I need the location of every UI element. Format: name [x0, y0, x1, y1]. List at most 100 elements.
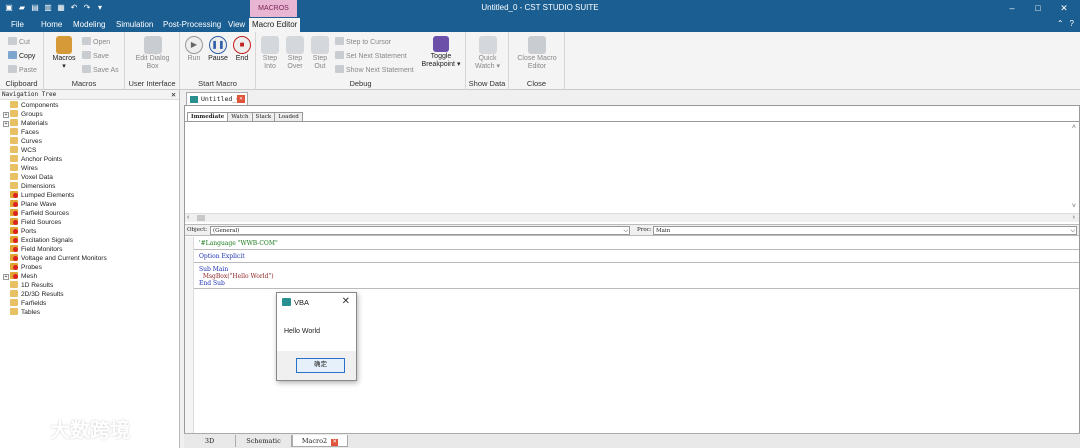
chevron-down-icon: ⌵ — [1070, 227, 1075, 234]
paste-button[interactable]: Paste — [8, 65, 37, 75]
pause-button[interactable]: ❚❚ Pause — [206, 36, 230, 63]
dialog-title: VBA — [294, 298, 310, 307]
tab-watch[interactable]: Watch — [227, 112, 253, 121]
immediate-horizontal-scrollbar[interactable]: ‹ › — [185, 213, 1079, 222]
tab-schematic[interactable]: Schematic — [236, 435, 292, 447]
tree-item[interactable]: Wires — [3, 164, 38, 173]
tree-item[interactable]: + Materials — [3, 119, 48, 128]
scrollbar-thumb[interactable] — [197, 215, 205, 221]
tree-item[interactable]: + Mesh — [3, 272, 37, 281]
tree-item[interactable]: Field Sources — [3, 218, 61, 227]
close-tab-icon[interactable]: ✕ — [331, 439, 339, 446]
tree-item[interactable]: Dimensions — [3, 182, 55, 191]
tree-item[interactable]: Faces — [3, 128, 39, 137]
macro-editor: Immediate Watch Stack Loaded ˄ ˅ ‹ › Obj… — [184, 105, 1080, 433]
tab-loaded[interactable]: Loaded — [274, 112, 303, 121]
tree-item[interactable]: Probes — [3, 263, 42, 272]
tree-item[interactable]: Farfields — [3, 299, 46, 308]
quick-watch-button[interactable]: Quick Watch ▾ — [469, 36, 506, 71]
step-over-button[interactable]: Step Over — [283, 36, 307, 71]
dialog-close-button[interactable]: ✕ — [342, 296, 350, 307]
close-panel-icon[interactable]: ✕ — [171, 90, 176, 100]
tree-item-label: Lumped Elements — [21, 192, 75, 199]
ribbon-right-controls: ⌃ ? — [1057, 19, 1074, 28]
run-button[interactable]: ▶ Run — [183, 36, 205, 63]
set-next-statement-button[interactable]: Set Next Statement — [335, 51, 407, 61]
tree-item-label: Excitation Signals — [21, 237, 74, 244]
tab-home[interactable]: Home — [41, 19, 62, 31]
tree-item[interactable]: Voxel Data — [3, 173, 53, 182]
scroll-up-icon[interactable]: ˄ — [1072, 124, 1076, 131]
tree-item[interactable]: Voltage and Current Monitors — [3, 254, 107, 263]
show-next-statement-button[interactable]: Show Next Statement — [335, 65, 414, 75]
tree-item[interactable]: Ports — [3, 227, 36, 236]
code-separator — [194, 262, 1079, 263]
tab-modeling[interactable]: Modeling — [73, 19, 105, 31]
tree-item-label: Field Monitors — [21, 246, 63, 253]
expand-icon[interactable]: + — [3, 112, 9, 118]
macros-button[interactable]: Macros ▾ — [48, 36, 80, 71]
tab-macro2[interactable]: Macro2 ✕ — [292, 435, 348, 447]
toggle-breakpoint-button[interactable]: Toggle Breakpoint ▾ — [418, 36, 464, 69]
close-editor-icon — [528, 36, 546, 54]
step-out-button[interactable]: Step Out — [308, 36, 332, 71]
tree-item[interactable]: Field Monitors — [3, 245, 62, 254]
tree-item-label: Materials — [21, 120, 48, 127]
close-macro-editor-button[interactable]: Close Macro Editor — [512, 36, 562, 71]
tree-item[interactable]: 2D/3D Results — [3, 290, 64, 299]
immediate-window[interactable]: ˄ ˅ — [185, 121, 1079, 213]
tab-3d[interactable]: 3D — [184, 435, 236, 447]
edit-dialog-box-button[interactable]: Edit Dialog Box — [129, 36, 176, 71]
scroll-left-icon[interactable]: ‹ — [187, 214, 189, 221]
copy-button[interactable]: Copy — [8, 51, 35, 61]
help-icon[interactable]: ? — [1070, 19, 1074, 28]
tree-item[interactable]: Tables — [3, 308, 40, 317]
scissors-icon — [8, 37, 17, 45]
scroll-right-icon[interactable]: › — [1073, 214, 1075, 221]
vba-icon — [282, 298, 291, 306]
dialog-title-bar: VBA ✕ — [277, 293, 356, 311]
tree-item-label: Plane Wave — [21, 201, 57, 208]
proc-select[interactable]: Main ⌵ — [653, 226, 1077, 235]
tree-item[interactable]: Farfield Sources — [3, 209, 69, 218]
object-select[interactable]: (General) ⌵ — [210, 226, 630, 235]
tree-item[interactable]: Anchor Points — [3, 155, 62, 164]
tab-view[interactable]: View — [228, 19, 245, 31]
close-tab-icon[interactable]: ✕ — [237, 95, 245, 103]
tab-file[interactable]: File — [11, 19, 24, 31]
group-label-start-macro: Start Macro — [198, 79, 237, 88]
tab-post-processing[interactable]: Post-Processing — [163, 19, 221, 31]
expand-icon[interactable]: + — [3, 121, 9, 127]
close-window-button[interactable]: ✕ — [1052, 1, 1076, 15]
end-button[interactable]: ■ End — [231, 36, 253, 63]
tree-item[interactable]: Excitation Signals — [3, 236, 73, 245]
tab-simulation[interactable]: Simulation — [116, 19, 153, 31]
cut-button[interactable]: Cut — [8, 37, 30, 47]
tab-macro-editor[interactable]: Macro Editor — [249, 18, 301, 32]
tab-stack[interactable]: Stack — [251, 112, 276, 121]
group-label-show-data: Show Data — [468, 79, 506, 88]
expand-icon[interactable]: + — [3, 274, 9, 280]
open-button[interactable]: Open — [82, 37, 110, 47]
tree-item[interactable]: WCS — [3, 146, 36, 155]
maximize-button[interactable]: □ — [1026, 1, 1050, 15]
tree-item[interactable]: Components — [3, 101, 58, 110]
save-button[interactable]: Save — [82, 51, 109, 61]
tree-item[interactable]: Lumped Elements — [3, 191, 74, 200]
tab-immediate[interactable]: Immediate — [187, 112, 229, 121]
minimize-button[interactable]: – — [1000, 1, 1024, 15]
document-tab[interactable]: Untitled_0* ✕ — [186, 92, 248, 105]
tree-item[interactable]: 1D Results — [3, 281, 53, 290]
collapse-ribbon-icon[interactable]: ⌃ — [1057, 19, 1064, 28]
group-label-user-interface: User Interface — [128, 79, 176, 88]
ok-button[interactable]: 确定 — [296, 358, 345, 373]
play-icon: ▶ — [185, 36, 203, 54]
scroll-down-icon[interactable]: ˅ — [1072, 203, 1076, 210]
step-into-button[interactable]: Step Into — [258, 36, 282, 71]
tree-item[interactable]: Plane Wave — [3, 200, 56, 209]
save-as-button[interactable]: Save As — [82, 65, 119, 75]
folder-icon — [10, 299, 18, 306]
step-to-cursor-button[interactable]: Step to Cursor — [335, 37, 391, 47]
tree-item[interactable]: + Groups — [3, 110, 43, 119]
tree-item[interactable]: Curves — [3, 137, 42, 146]
